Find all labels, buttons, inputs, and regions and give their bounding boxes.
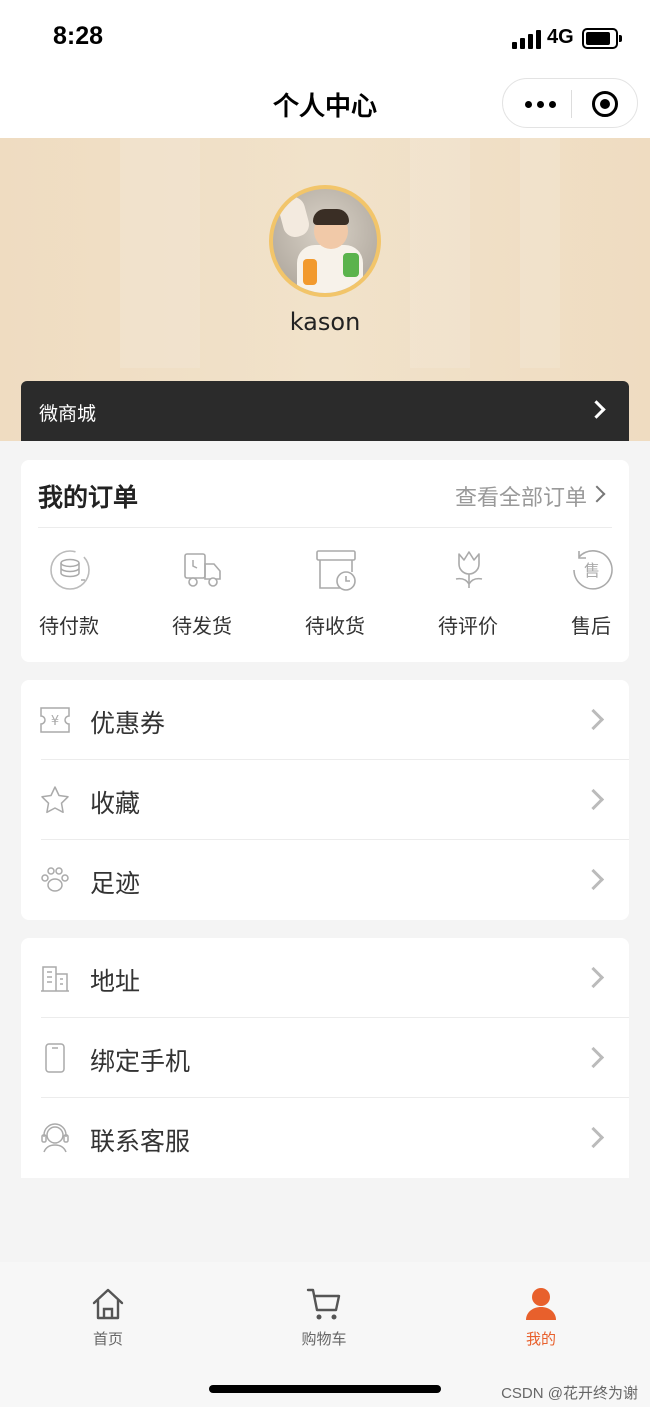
svg-text:售: 售 xyxy=(584,561,600,580)
phone-icon xyxy=(45,1043,65,1073)
svg-text:¥: ¥ xyxy=(51,714,59,729)
order-item-label: 待付款 xyxy=(39,614,99,638)
order-pending-payment[interactable]: 待付款 xyxy=(24,548,114,638)
close-target-icon[interactable] xyxy=(592,91,618,117)
chevron-right-icon xyxy=(582,708,605,731)
order-item-label: 待评价 xyxy=(438,614,498,638)
menu-item-customer-service[interactable]: 联系客服 xyxy=(21,1098,629,1178)
tulip-icon xyxy=(455,551,483,588)
signal-icon xyxy=(512,29,542,49)
order-pending-shipment[interactable]: 待发货 xyxy=(157,548,247,638)
menu-item-bind-phone[interactable]: 绑定手机 xyxy=(21,1018,629,1098)
order-item-label: 待收货 xyxy=(305,614,365,638)
orders-title: 我的订单 xyxy=(38,483,139,512)
menu-item-address[interactable]: 地址 xyxy=(21,938,629,1018)
chevron-right-icon xyxy=(582,788,605,811)
order-pending-review[interactable]: 待评价 xyxy=(423,548,513,638)
tab-cart[interactable]: 购物车 xyxy=(264,1286,384,1356)
tab-label: 购物车 xyxy=(301,1330,347,1348)
chevron-right-icon xyxy=(582,868,605,891)
headset-icon xyxy=(41,1123,69,1153)
menu-item-label: 足迹 xyxy=(90,869,141,898)
mall-banner[interactable]: 微商城 xyxy=(21,381,629,441)
chevron-right-icon xyxy=(587,400,606,419)
star-icon xyxy=(41,786,69,814)
status-bar: 8:28 4G xyxy=(0,0,650,70)
menu-item-label: 绑定手机 xyxy=(90,1047,191,1076)
cart-icon xyxy=(306,1288,341,1320)
more-icon[interactable] xyxy=(525,101,557,109)
menu-item-label: 优惠券 xyxy=(90,709,166,738)
menu-item-footprints[interactable]: 足迹 xyxy=(21,840,629,920)
after-sale-icon: 售 xyxy=(573,550,613,590)
order-pending-receipt[interactable]: 待收货 xyxy=(290,548,380,638)
miniprogram-capsule xyxy=(502,78,638,128)
home-icon xyxy=(92,1288,124,1320)
battery-icon xyxy=(582,28,622,49)
status-time: 8:28 xyxy=(53,22,104,50)
delivery-truck-icon xyxy=(184,553,221,587)
paw-icon xyxy=(41,867,69,892)
chevron-right-icon xyxy=(582,966,605,989)
tab-label: 我的 xyxy=(525,1330,556,1348)
watermark: CSDN @花开终为谢 xyxy=(501,1385,638,1402)
network-type: 4G xyxy=(547,26,574,48)
view-all-orders-link[interactable]: 查看全部订单 xyxy=(455,480,587,512)
chevron-right-icon xyxy=(582,1046,605,1069)
capsule-divider xyxy=(571,90,572,118)
menu-item-favorites[interactable]: 收藏 xyxy=(21,760,629,840)
tab-mine[interactable]: 我的 xyxy=(481,1286,601,1356)
chevron-right-icon xyxy=(588,485,606,503)
chevron-right-icon xyxy=(582,1126,605,1149)
orders-card: 我的订单 查看全部订单 待付款 待发货 待收货 待评价 售 售后 xyxy=(21,460,629,662)
menu-item-label: 收藏 xyxy=(90,789,141,818)
menu-item-label: 地址 xyxy=(90,967,141,996)
building-icon xyxy=(41,966,69,992)
menu-group-2: 地址 绑定手机 联系客服 xyxy=(21,938,629,1178)
menu-group-1: ¥ 优惠券 收藏 足迹 xyxy=(21,680,629,920)
username: kason xyxy=(289,308,361,336)
order-item-label: 待发货 xyxy=(172,614,232,638)
tab-label: 首页 xyxy=(92,1330,123,1348)
tab-home[interactable]: 首页 xyxy=(48,1286,168,1356)
user-icon xyxy=(526,1288,556,1320)
menu-item-coupons[interactable]: ¥ 优惠券 xyxy=(21,680,629,760)
coins-icon xyxy=(50,550,90,590)
menu-item-label: 联系客服 xyxy=(90,1127,191,1156)
package-clock-icon xyxy=(316,550,356,591)
nav-bar: 个人中心 xyxy=(0,70,650,138)
avatar[interactable] xyxy=(269,185,381,297)
mall-label: 微商城 xyxy=(39,403,97,425)
divider xyxy=(38,527,612,528)
profile-header: kason 微商城 xyxy=(0,138,650,441)
order-after-sale[interactable]: 售 售后 xyxy=(546,548,636,638)
order-item-label: 售后 xyxy=(571,614,611,638)
home-indicator xyxy=(209,1385,441,1393)
coupon-icon: ¥ xyxy=(40,707,70,733)
